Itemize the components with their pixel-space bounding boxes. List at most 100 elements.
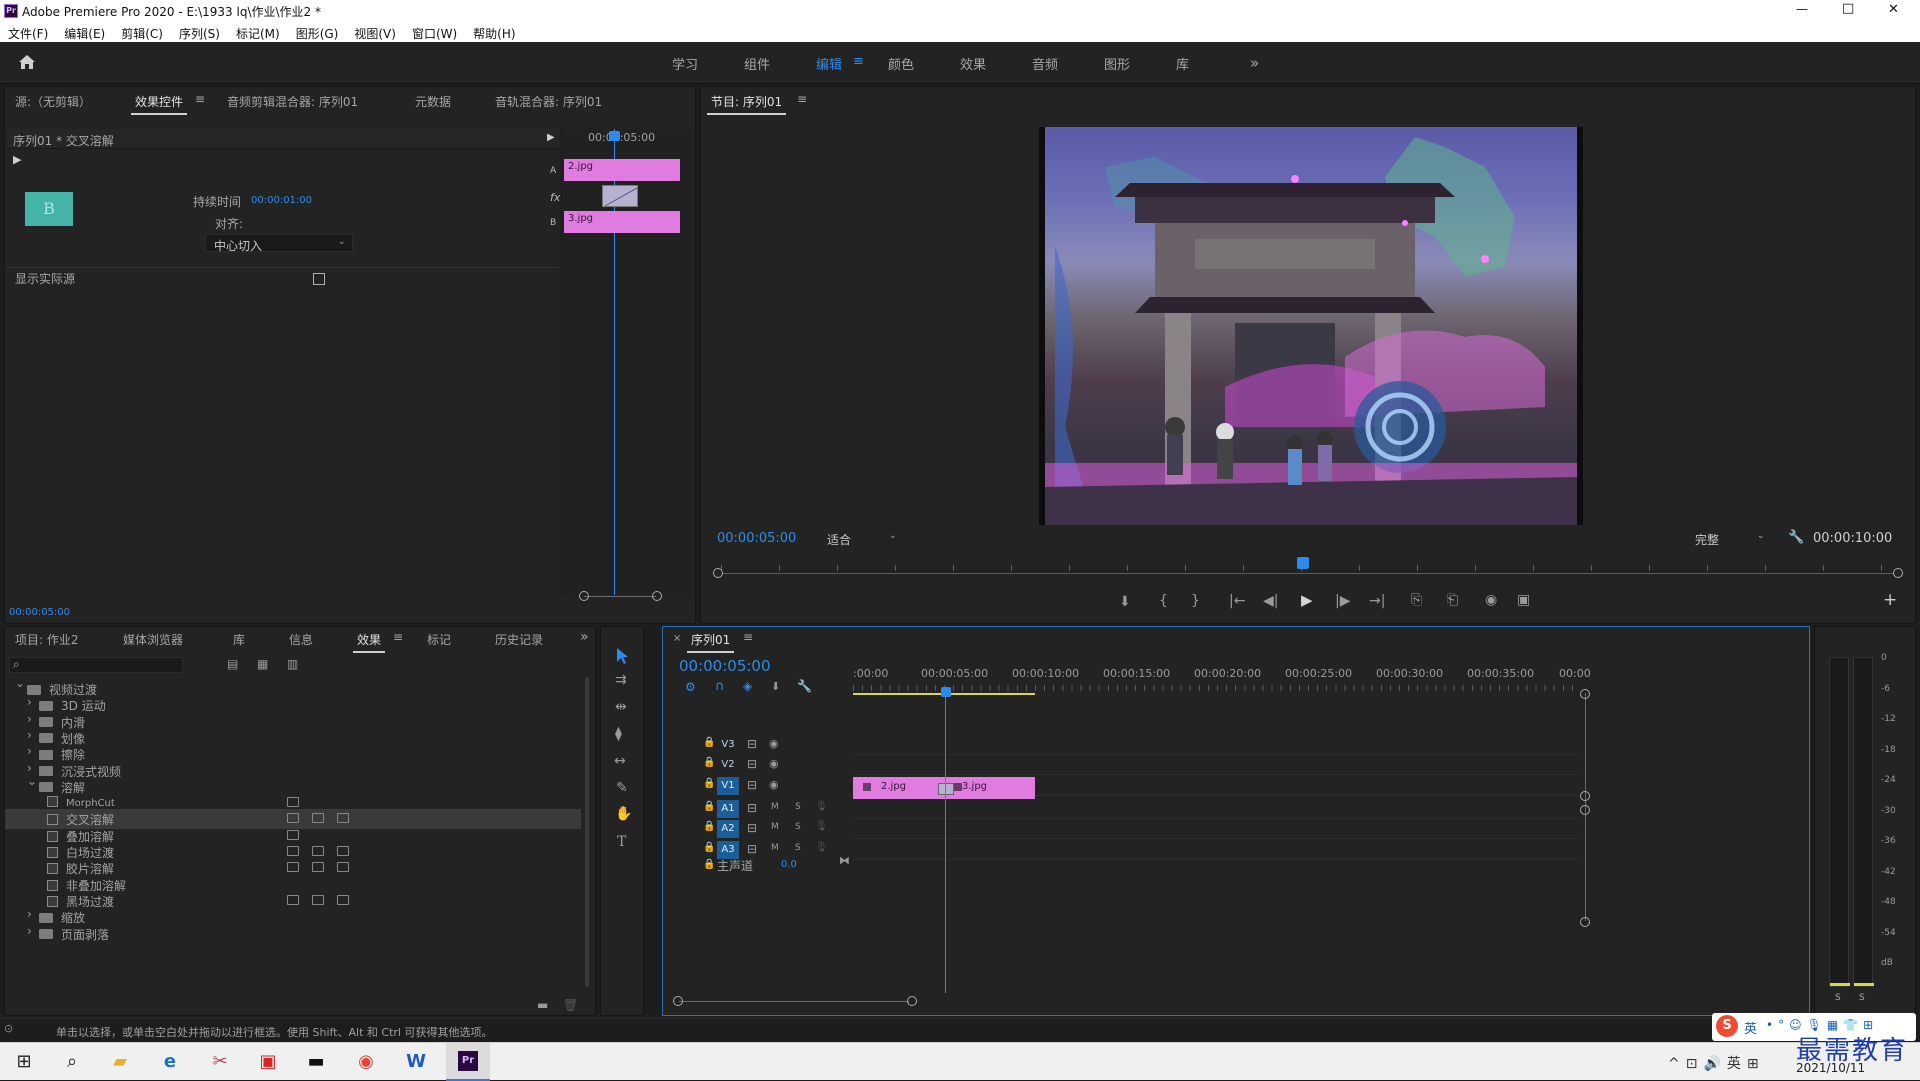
sync-lock-icon[interactable]: ⊟ bbox=[747, 843, 757, 855]
solo-left-button[interactable]: S bbox=[1835, 993, 1841, 1003]
playback-quality-dropdown[interactable]: 完整 ⌄ bbox=[1691, 530, 1773, 548]
word-icon[interactable]: W bbox=[396, 1047, 436, 1077]
program-current-timecode[interactable]: 00:00:05:00 bbox=[717, 531, 796, 546]
lock-icon[interactable]: 🔒 bbox=[703, 843, 715, 853]
lock-icon[interactable]: 🔒 bbox=[703, 758, 715, 768]
chevron-right-icon[interactable]: › bbox=[27, 728, 32, 742]
vscroll-handle-mid[interactable] bbox=[1580, 791, 1590, 801]
go-to-in-icon[interactable]: |← bbox=[1229, 594, 1245, 608]
jetbrains-icon[interactable]: ▣ bbox=[248, 1047, 288, 1077]
track-lane[interactable] bbox=[853, 735, 1579, 755]
play-icon[interactable]: ▶ bbox=[1301, 593, 1313, 608]
workspace-graphics[interactable]: 图形 bbox=[1104, 54, 1130, 73]
chevron-right-icon[interactable]: › bbox=[27, 761, 32, 775]
solo-button[interactable]: S bbox=[795, 823, 801, 832]
ruler-end-handle[interactable] bbox=[1893, 568, 1903, 578]
lock-icon[interactable]: 🔒 bbox=[703, 779, 715, 789]
play-transition-icon[interactable]: ▶ bbox=[547, 132, 555, 143]
master-track-chevron-icon[interactable]: ⧓ bbox=[839, 855, 850, 866]
sync-lock-icon[interactable]: ⊟ bbox=[747, 822, 757, 834]
wrench-icon[interactable]: 🔧 bbox=[1788, 530, 1804, 545]
eye-icon[interactable]: ◉ bbox=[769, 738, 779, 749]
home-icon[interactable] bbox=[18, 54, 36, 70]
button-editor-plus-icon[interactable]: + bbox=[1883, 592, 1897, 609]
step-forward-icon[interactable]: |▶ bbox=[1335, 594, 1350, 608]
hscroll-handle-left[interactable] bbox=[673, 996, 683, 1006]
effects-scrollbar[interactable] bbox=[585, 677, 589, 987]
yuv-effects-icon[interactable]: ▥ bbox=[287, 658, 298, 670]
timeline-playhead-line[interactable] bbox=[945, 697, 946, 993]
terminal-icon[interactable]: ▬ bbox=[296, 1047, 336, 1077]
mute-button[interactable]: M bbox=[771, 803, 779, 812]
mute-button[interactable]: M bbox=[771, 844, 779, 853]
mini-playhead-handle[interactable] bbox=[609, 131, 620, 141]
timeline-timecode[interactable]: 00:00:05:00 bbox=[679, 657, 771, 675]
timeline-playhead-handle[interactable] bbox=[941, 687, 951, 697]
timeline-menu-icon[interactable]: ≡ bbox=[743, 630, 753, 644]
chevron-down-icon[interactable]: ⌄ bbox=[27, 774, 37, 788]
maximize-button[interactable]: □ bbox=[1842, 1, 1854, 16]
sync-lock-icon[interactable]: ⊟ bbox=[747, 738, 757, 750]
pen-tool-icon[interactable]: ✎ bbox=[616, 781, 628, 795]
edge-browser-icon[interactable]: e bbox=[150, 1047, 190, 1077]
slip-tool-icon[interactable]: ↔ bbox=[614, 754, 626, 768]
workspace-editing[interactable]: 编辑 bbox=[816, 54, 842, 73]
vscroll-handle-mid2[interactable] bbox=[1580, 805, 1590, 815]
track-lane[interactable] bbox=[853, 840, 1579, 860]
chevron-right-icon[interactable]: › bbox=[27, 744, 32, 758]
comparison-view-icon[interactable]: ▣ bbox=[1517, 593, 1530, 607]
tab-markers[interactable]: 标记 bbox=[427, 631, 451, 648]
tab-media-browser[interactable]: 媒体浏览器 bbox=[123, 631, 183, 648]
tab-effects-menu-icon[interactable]: ≡ bbox=[393, 630, 403, 644]
voiceover-mic-icon[interactable]: 🎙 bbox=[815, 802, 828, 812]
eye-icon[interactable]: ◉ bbox=[769, 779, 779, 790]
track-lane[interactable] bbox=[853, 755, 1579, 775]
workspace-audio[interactable]: 音频 bbox=[1032, 54, 1058, 73]
type-tool-icon[interactable]: T bbox=[617, 835, 626, 849]
program-time-ruler[interactable] bbox=[713, 557, 1903, 578]
align-dropdown[interactable]: 中心切入 ⌄ bbox=[205, 234, 353, 253]
workspace-assembly[interactable]: 组件 bbox=[744, 54, 770, 73]
lock-icon[interactable]: 🔒 bbox=[703, 822, 715, 832]
track-target-v3[interactable]: V3 bbox=[717, 736, 739, 754]
tab-effects[interactable]: 效果 bbox=[352, 631, 386, 653]
tab-effect-controls[interactable]: 效果控件 bbox=[130, 93, 188, 115]
add-marker-icon[interactable]: ⬇ bbox=[771, 681, 780, 692]
nest-icon[interactable]: ⚙ bbox=[685, 681, 696, 693]
mark-out-icon[interactable]: } bbox=[1191, 594, 1200, 608]
chevron-down-icon[interactable]: ⌄ bbox=[15, 676, 25, 690]
sync-lock-icon[interactable]: ⊟ bbox=[747, 802, 757, 814]
export-frame-icon[interactable]: ◉ bbox=[1485, 593, 1497, 607]
voiceover-mic-icon[interactable]: 🎙 bbox=[815, 843, 828, 853]
minimize-button[interactable]: — bbox=[1796, 2, 1808, 16]
solo-right-button[interactable]: S bbox=[1859, 993, 1865, 1003]
linked-selection-icon[interactable]: ◈ bbox=[743, 680, 752, 692]
tray-icons[interactable]: ^⊡🔊英⊞ bbox=[1668, 1053, 1765, 1073]
track-target-v2[interactable]: V2 bbox=[717, 756, 739, 774]
voiceover-mic-icon[interactable]: 🎙 bbox=[815, 822, 828, 832]
duration-value[interactable]: 00:00:01:00 bbox=[251, 195, 312, 206]
master-track-value[interactable]: 0.0 bbox=[781, 859, 797, 870]
ruler-start-handle[interactable] bbox=[713, 568, 723, 578]
sync-lock-icon[interactable]: ⊟ bbox=[747, 779, 757, 791]
tab-audio-clip-mixer[interactable]: 音频剪辑混合器: 序列01 bbox=[227, 93, 358, 110]
sync-lock-icon[interactable]: ⊟ bbox=[747, 758, 757, 770]
premiere-taskbar-icon[interactable]: Pr bbox=[446, 1043, 490, 1081]
ime-language-label[interactable]: 英 bbox=[1744, 1018, 1757, 1037]
snap-magnet-icon[interactable]: ∩ bbox=[715, 680, 725, 693]
step-back-icon[interactable]: ◀| bbox=[1263, 594, 1278, 608]
workspace-menu-icon[interactable]: ≡ bbox=[853, 54, 864, 69]
track-target-a2[interactable]: A2 bbox=[717, 820, 739, 838]
timeline-clip[interactable]: 2.jpg bbox=[853, 777, 944, 799]
mini-scroll-handle-left[interactable] bbox=[579, 591, 589, 601]
delete-icon[interactable]: 🗑 bbox=[563, 999, 578, 1011]
tab-info[interactable]: 信息 bbox=[289, 631, 313, 648]
track-lane[interactable] bbox=[853, 819, 1579, 839]
accelerated-effects-icon[interactable]: ▤ bbox=[227, 658, 238, 670]
zoom-fit-dropdown[interactable]: 适合 ⌄ bbox=[823, 530, 905, 548]
vscroll-handle-top[interactable] bbox=[1580, 689, 1590, 699]
chevron-right-icon[interactable]: › bbox=[27, 907, 32, 921]
workspace-effects[interactable]: 效果 bbox=[960, 54, 986, 73]
chevron-right-icon[interactable]: › bbox=[27, 924, 32, 938]
go-to-out-icon[interactable]: →| bbox=[1369, 594, 1385, 608]
